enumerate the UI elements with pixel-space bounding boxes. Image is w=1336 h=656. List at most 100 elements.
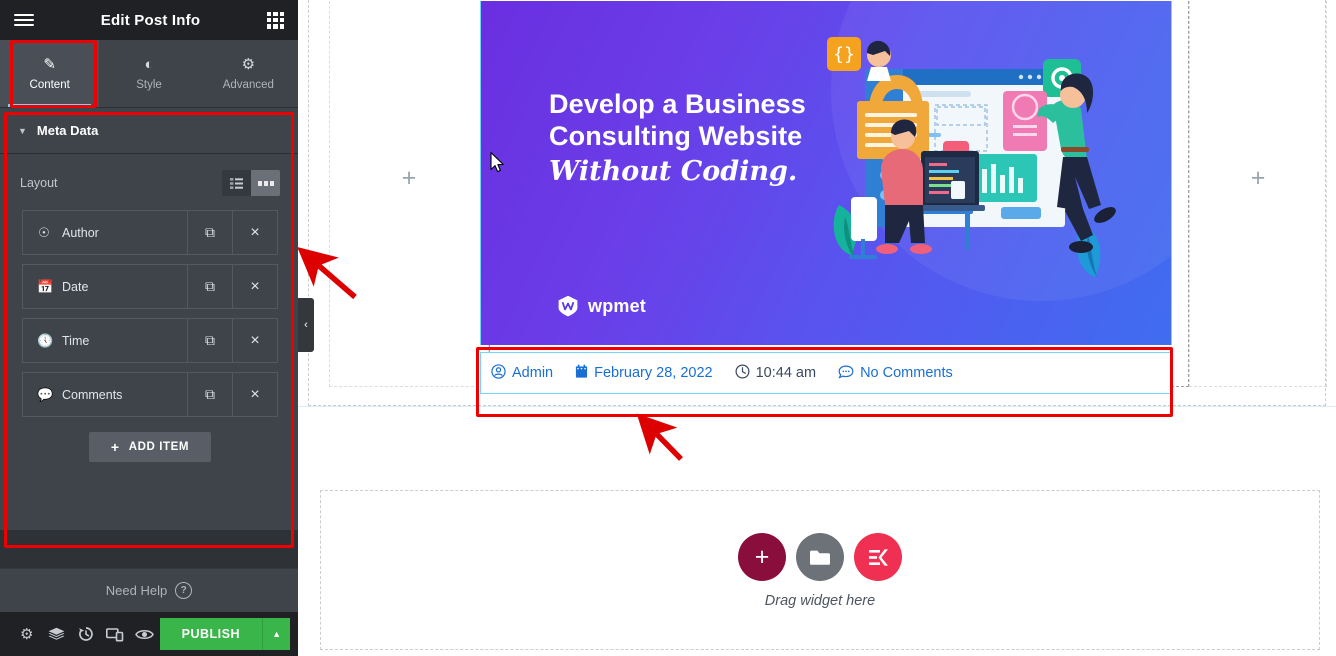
- canvas-column-left[interactable]: +: [329, 0, 489, 387]
- add-widget-plus-icon[interactable]: +: [402, 166, 417, 191]
- banner-heading: Develop a Business Consulting Website Wi…: [549, 89, 806, 188]
- tab-style-label: Style: [136, 78, 162, 91]
- duplicate-icon[interactable]: ⧉: [187, 265, 232, 308]
- panel-title: Edit Post Info: [100, 11, 201, 29]
- panel-empty-space: [0, 530, 298, 568]
- meta-item-label: 10:44 am: [755, 365, 817, 381]
- repeater-item-label: Time: [62, 333, 90, 348]
- panel-footer: ⚙ PUBLISH ▲: [0, 612, 298, 656]
- banner-line-2: Consulting Website: [549, 120, 803, 151]
- dropzone-buttons: +: [738, 533, 902, 581]
- meta-item-author[interactable]: Admin: [491, 364, 553, 382]
- banner-illustration: {} </>: [827, 37, 1116, 277]
- elementskit-widgets-button[interactable]: [854, 533, 902, 581]
- tab-style[interactable]: ◐ Style: [99, 40, 198, 107]
- publish-options-arrow-icon[interactable]: ▲: [262, 618, 291, 650]
- repeater-item-handle[interactable]: 📅 Date: [23, 265, 187, 308]
- apps-grid-icon[interactable]: [267, 11, 284, 29]
- tab-advanced-label: Advanced: [222, 78, 274, 91]
- remove-icon[interactable]: ×: [232, 265, 277, 308]
- preview-eye-icon[interactable]: [130, 612, 160, 656]
- banner-line-1: Develop a Business: [549, 89, 806, 119]
- settings-gear-icon[interactable]: ⚙: [12, 612, 42, 656]
- tab-content[interactable]: ✎ Content: [0, 40, 100, 107]
- publish-button[interactable]: PUBLISH: [159, 618, 263, 650]
- repeater-item-handle[interactable]: 🕔 Time: [23, 319, 187, 362]
- wpmet-logo-text: wpmet: [588, 295, 647, 316]
- duplicate-icon[interactable]: ⧉: [187, 211, 232, 254]
- comment-icon: 💬: [37, 386, 54, 402]
- add-item-button[interactable]: + ADD ITEM: [88, 432, 212, 462]
- canvas-section-empty[interactable]: + Drag widget here: [320, 490, 1320, 650]
- comment-icon: [838, 365, 854, 382]
- editor-canvas: + + Develop a Business Consulting Websit…: [298, 0, 1336, 656]
- panel-header: Edit Post Info: [0, 0, 298, 40]
- post-info-meta-widget[interactable]: Admin February 28, 2022 10:44 am No Comm…: [480, 352, 1172, 394]
- repeater-item-label: Author: [62, 225, 99, 240]
- wpmet-logo: wpmet: [557, 295, 646, 317]
- template-library-button[interactable]: [796, 533, 844, 581]
- need-help-label: Need Help: [105, 583, 168, 598]
- meta-item-label: Admin: [512, 365, 554, 381]
- section-divider: [298, 406, 1336, 407]
- responsive-mode-icon[interactable]: [101, 612, 131, 656]
- user-circle-icon: [491, 364, 506, 382]
- elementor-editor-panel: Edit Post Info ✎ Content ◐ Style ⚙ Advan…: [0, 0, 298, 656]
- user-circle-icon: ☉: [38, 224, 50, 240]
- repeater-item-handle[interactable]: 💬 Comments: [23, 373, 187, 416]
- layout-list-option[interactable]: [222, 170, 251, 196]
- meta-item-time[interactable]: 10:44 am: [735, 364, 816, 382]
- section-title: Meta Data: [36, 123, 99, 138]
- banner-line-3: Without Coding.: [549, 155, 798, 187]
- plus-icon: +: [110, 439, 120, 455]
- chevron-down-icon: ▼: [18, 125, 27, 136]
- featured-image-widget[interactable]: Develop a Business Consulting Website Wi…: [480, 1, 1172, 345]
- widget-dropzone: + Drag widget here: [738, 533, 902, 609]
- layout-choice-group: [222, 170, 280, 196]
- meta-items-repeater: ☉ Author ⧉ × 📅 Date ⧉ × 🕔 Time ⧉ × 💬 Com…: [0, 196, 298, 462]
- repeater-item-author[interactable]: ☉ Author ⧉ ×: [22, 210, 278, 255]
- add-item-label: ADD ITEM: [128, 441, 190, 453]
- remove-icon[interactable]: ×: [232, 373, 277, 416]
- mouse-cursor: [490, 152, 504, 173]
- section-meta-data-header[interactable]: ▼ Meta Data: [0, 108, 298, 154]
- add-widget-plus-icon[interactable]: +: [1251, 166, 1266, 191]
- meta-item-comments[interactable]: No Comments: [838, 365, 953, 382]
- panel-collapse-toggle[interactable]: ‹: [298, 298, 314, 352]
- tab-advanced[interactable]: ⚙ Advanced: [199, 40, 298, 107]
- canvas-column-right[interactable]: +: [1189, 0, 1327, 387]
- repeater-item-date[interactable]: 📅 Date ⧉ ×: [22, 264, 278, 309]
- meta-item-label: No Comments: [860, 365, 953, 381]
- dropzone-label: Drag widget here: [764, 593, 876, 609]
- repeater-item-label: Date: [62, 279, 89, 294]
- calendar-icon: [575, 364, 588, 382]
- meta-item-date[interactable]: February 28, 2022: [575, 364, 713, 382]
- add-new-section-button[interactable]: +: [738, 533, 786, 581]
- duplicate-icon[interactable]: ⧉: [187, 319, 232, 362]
- question-mark-icon: ?: [175, 582, 193, 599]
- panel-body: Layout ☉ Author ⧉ × 📅 Date ⧉ × 🕔 Time ⧉ …: [0, 154, 298, 568]
- clock-icon: 🕔: [37, 332, 54, 348]
- tab-content-label: Content: [29, 78, 70, 91]
- hamburger-menu-icon[interactable]: [14, 14, 34, 26]
- clock-icon: [735, 364, 750, 382]
- repeater-item-time[interactable]: 🕔 Time ⧉ ×: [22, 318, 278, 363]
- wpmet-logo-mark: [557, 295, 579, 317]
- layout-inline-option[interactable]: [251, 170, 280, 196]
- repeater-item-handle[interactable]: ☉ Author: [23, 211, 187, 254]
- add-item-row: + ADD ITEM: [22, 426, 278, 462]
- contrast-icon: ◐: [144, 55, 154, 73]
- navigator-layers-icon[interactable]: [42, 612, 72, 656]
- need-help-link[interactable]: Need Help ?: [0, 568, 298, 612]
- svg-text:{}: {}: [833, 44, 855, 65]
- calendar-icon: 📅: [37, 278, 54, 294]
- duplicate-icon[interactable]: ⧉: [187, 373, 232, 416]
- gear-icon: ⚙: [241, 55, 256, 73]
- meta-item-label: February 28, 2022: [594, 365, 713, 381]
- repeater-item-comments[interactable]: 💬 Comments ⧉ ×: [22, 372, 278, 417]
- history-revisions-icon[interactable]: [71, 612, 101, 656]
- remove-icon[interactable]: ×: [232, 211, 277, 254]
- repeater-item-label: Comments: [62, 387, 123, 402]
- layout-control-row: Layout: [0, 154, 298, 196]
- remove-icon[interactable]: ×: [232, 319, 277, 362]
